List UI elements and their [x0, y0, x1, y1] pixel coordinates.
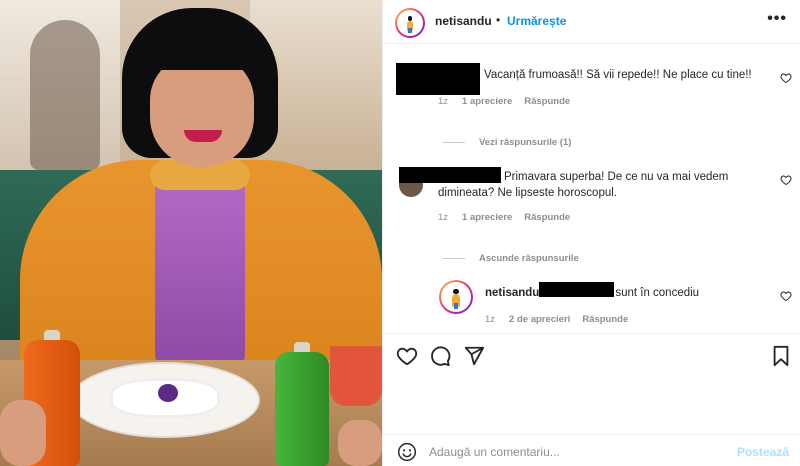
- comment-likes[interactable]: 1 apreciere: [462, 212, 512, 223]
- hide-replies-label: Ascunde răspunsurile: [479, 253, 579, 264]
- hide-replies-toggle[interactable]: Ascunde răspunsurile: [443, 253, 579, 264]
- comment-meta: 1z 1 apreciere Răspunde: [438, 96, 570, 107]
- send-icon[interactable]: [463, 345, 485, 367]
- purple-blouse: [155, 165, 245, 365]
- comment-text: Vacanță frumoasă!! Să vii repede!! Ne pl…: [484, 69, 752, 81]
- post-actions-bar: [383, 333, 800, 433]
- right-hand: [338, 420, 382, 466]
- green-pepper-grinder: [275, 352, 329, 466]
- reply-button[interactable]: Răspunde: [524, 96, 570, 107]
- post-header: netisandu • Urmărește •••: [383, 0, 800, 44]
- like-comment-heart-icon[interactable]: [780, 174, 792, 186]
- header-separator: •: [496, 13, 501, 27]
- reply-likes[interactable]: 2 de aprecieri: [509, 314, 570, 325]
- redacted-mention-block: [539, 282, 614, 297]
- comment-time: 1z: [438, 212, 449, 223]
- comment-text: Primavara superba! De ce nu va mai vedem…: [438, 171, 729, 199]
- heart-icon[interactable]: [396, 345, 418, 367]
- comment-input[interactable]: [429, 443, 729, 461]
- reply-text-line: netisandu sunt în concediu: [485, 285, 775, 301]
- replies-divider-line: [443, 141, 465, 143]
- comment-time: 1z: [438, 96, 449, 107]
- reply-username[interactable]: netisandu: [485, 287, 539, 299]
- background-person: [30, 20, 100, 170]
- bookmark-icon[interactable]: [770, 345, 792, 367]
- comment-meta: 1z 1 apreciere Răspunde: [438, 212, 570, 223]
- comment-likes[interactable]: 1 apreciere: [462, 96, 512, 107]
- redacted-username-block: [396, 63, 480, 95]
- red-cup: [330, 346, 382, 406]
- reply-text: sunt în concediu: [615, 287, 700, 299]
- reply-reply-button[interactable]: Răspunde: [582, 314, 628, 325]
- reply-button[interactable]: Răspunde: [524, 212, 570, 223]
- comment-composer: Postează: [383, 434, 800, 466]
- view-replies-label: Vezi răspunsurile (1): [479, 137, 572, 148]
- post-photo[interactable]: [0, 0, 382, 466]
- like-comment-heart-icon[interactable]: [780, 72, 792, 84]
- reply-time: 1z: [485, 314, 496, 325]
- replies-divider-line: [443, 257, 465, 259]
- berry: [158, 384, 178, 402]
- face: [150, 55, 254, 167]
- comments-panel: netisandu • Urmărește ••• Vacanță frumoa…: [382, 0, 800, 466]
- post-button[interactable]: Postează: [737, 445, 789, 459]
- reply-meta: 1z 2 de aprecieri Răspunde: [485, 314, 628, 325]
- comment-icon[interactable]: [429, 345, 451, 367]
- left-hand: [0, 400, 46, 466]
- emoji-icon[interactable]: [397, 442, 417, 462]
- reply-avatar[interactable]: [439, 280, 473, 314]
- like-reply-heart-icon[interactable]: [780, 290, 792, 302]
- lips: [184, 130, 222, 142]
- follow-button[interactable]: Urmărește: [507, 14, 566, 28]
- header-username[interactable]: netisandu: [435, 14, 492, 28]
- view-replies-toggle[interactable]: Vezi răspunsurile (1): [443, 137, 571, 148]
- more-options-icon[interactable]: •••: [767, 10, 787, 28]
- profile-avatar[interactable]: [395, 8, 425, 38]
- fringe: [140, 22, 264, 70]
